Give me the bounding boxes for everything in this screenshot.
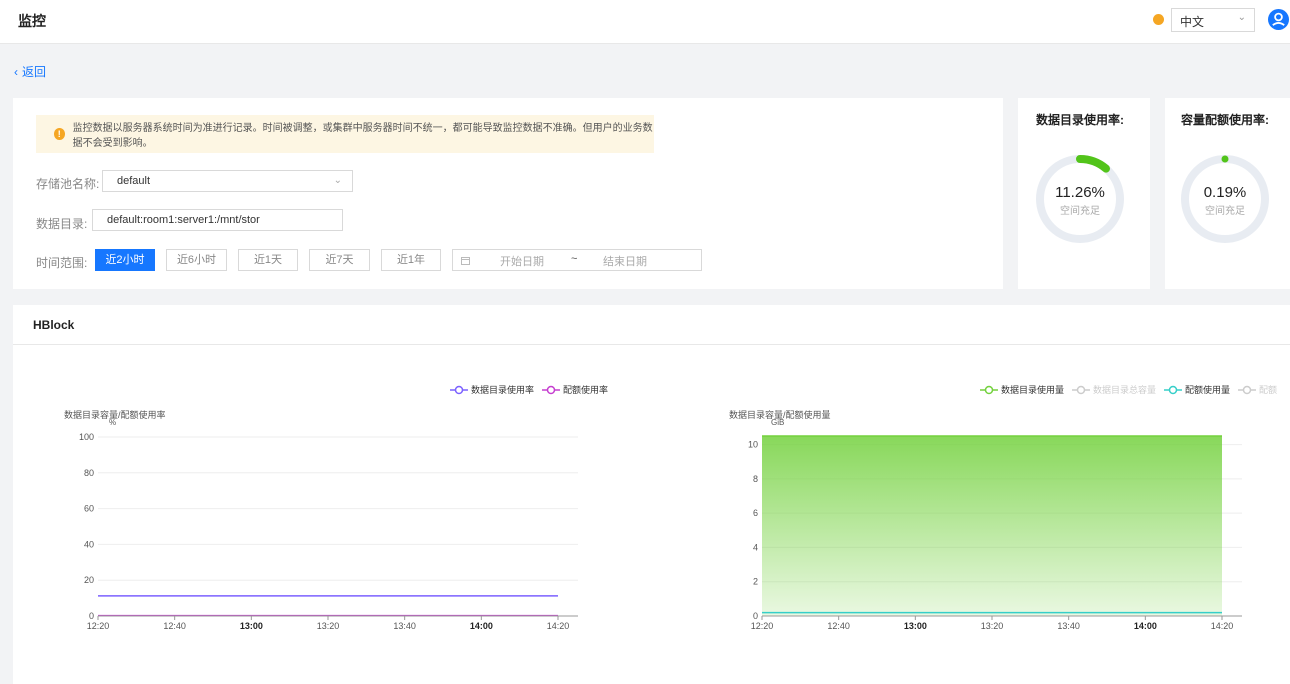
- dir-field[interactable]: default:room1:server1:/mnt/stor: [92, 209, 343, 231]
- legend-marker-icon: [1072, 385, 1091, 394]
- dir-field-value: default:room1:server1:/mnt/stor: [107, 214, 260, 226]
- y-tick-label: 100: [79, 432, 94, 442]
- time-btn-1d[interactable]: 近1天: [238, 249, 298, 271]
- calendar-icon: [461, 257, 470, 265]
- chevron-left-icon: ‹: [14, 65, 18, 79]
- dir-label: 数据目录:: [36, 217, 88, 231]
- data-dir-usage-title: 数据目录使用率:: [1036, 113, 1124, 127]
- legend-label: 数据目录总容量: [1093, 385, 1157, 395]
- x-tick-label: 14:00: [1134, 621, 1157, 631]
- y-tick-label: 20: [84, 575, 94, 585]
- y-tick-label: 6: [753, 508, 758, 518]
- legend-item[interactable]: 配额使用率: [542, 383, 608, 396]
- legend-item[interactable]: 配额使用量: [1164, 383, 1230, 396]
- x-tick-label: 14:00: [470, 621, 493, 631]
- x-tick-label: 14:20: [547, 621, 570, 631]
- series-area: [762, 436, 1222, 616]
- x-tick-label: 13:20: [317, 621, 340, 631]
- y-tick-label: 60: [84, 504, 94, 514]
- back-link[interactable]: ‹ 返回: [14, 63, 46, 80]
- time-btn-6h[interactable]: 近6小时: [166, 249, 227, 271]
- x-tick-label: 12:40: [163, 621, 186, 631]
- notice-text: 监控数据以服务器系统时间为准进行记录。时间被调整，或集群中服务器时间不统一，都可…: [72, 123, 653, 149]
- quota-usage-status: 空间充足: [1205, 206, 1245, 217]
- legend-label: 数据目录使用率: [471, 385, 535, 395]
- pool-select-value: default: [117, 175, 151, 187]
- time-btn-7d[interactable]: 近7天: [309, 249, 370, 271]
- date-range-picker[interactable]: 开始日期 ~ 结束日期: [452, 249, 702, 271]
- quota-usage-card: 容量配额使用率: 0.19% 空间充足: [1165, 98, 1290, 289]
- legend-item[interactable]: 数据目录总容量: [1072, 383, 1156, 396]
- page-title: 监控: [18, 13, 46, 29]
- legend-label: 数据目录使用量: [1001, 385, 1065, 395]
- legend-marker-icon: [980, 385, 998, 394]
- chart2-legend: 数据目录使用量 数据目录总容量 配额使用量 配额: [980, 383, 1285, 396]
- pool-select[interactable]: default ⌄: [102, 170, 353, 192]
- data-dir-usage-status: 空间充足: [1060, 206, 1100, 217]
- x-tick-label: 12:40: [827, 621, 850, 631]
- warning-status-icon[interactable]: [1153, 14, 1164, 25]
- chart1-plot: 0 20 40 60 80 100 12:20 12:40 13:00 13:20 13:40 14:…: [79, 432, 578, 631]
- chart1-legend: 数据目录使用率 配额使用率: [450, 383, 616, 396]
- legend-marker-icon: [542, 385, 561, 394]
- y-tick-label: 0: [753, 611, 758, 621]
- legend-item[interactable]: 数据目录使用率: [450, 383, 534, 396]
- gauge-fill: [1076, 155, 1110, 173]
- legend-marker-icon: [450, 385, 468, 394]
- start-date-input[interactable]: 开始日期: [500, 253, 544, 269]
- x-tick-label: 13:00: [904, 621, 927, 631]
- y-tick-label: 2: [753, 577, 758, 587]
- notice-banner: ! 监控数据以服务器系统时间为准进行记录。时间被调整，或集群中服务器时间不统一，…: [36, 115, 654, 153]
- pool-label: 存储池名称:: [36, 177, 100, 191]
- legend-marker-icon: [1238, 385, 1257, 394]
- x-tick-label: 12:20: [87, 621, 110, 631]
- legend-item[interactable]: 数据目录使用量: [980, 383, 1064, 396]
- x-tick-label: 13:40: [1057, 621, 1080, 631]
- chart1-yunit: %: [109, 418, 117, 427]
- user-avatar-icon[interactable]: [1268, 9, 1289, 30]
- range-separator: ~: [571, 253, 578, 265]
- legend-marker-icon: [1164, 385, 1183, 394]
- legend-label: 配额使用量: [1185, 385, 1231, 395]
- y-tick-label: 8: [753, 474, 758, 484]
- back-label: 返回: [22, 65, 47, 79]
- data-dir-usage-card: 数据目录使用率: 11.26% 空间充足: [1018, 98, 1150, 289]
- y-tick-label: 0: [89, 611, 94, 621]
- x-tick-label: 12:20: [751, 621, 774, 631]
- y-tick-label: 10: [748, 440, 758, 450]
- section-title: HBlock: [33, 318, 75, 332]
- gauge-fill: [1221, 155, 1229, 163]
- end-date-input[interactable]: 结束日期: [603, 253, 647, 269]
- data-dir-usage-value: 11.26%: [1055, 184, 1105, 201]
- top-bar: 监控 中文 ⌄: [0, 0, 1290, 44]
- warning-icon: !: [54, 128, 65, 140]
- data-dir-usage-gauge: 11.26% 空间充足: [1034, 153, 1126, 245]
- time-range-label: 时间范围:: [36, 256, 88, 270]
- x-tick-label: 14:20: [1211, 621, 1234, 631]
- section-divider: [13, 344, 1290, 345]
- y-tick-label: 40: [84, 539, 94, 549]
- time-btn-1y[interactable]: 近1年: [381, 249, 441, 271]
- quota-usage-gauge: 0.19% 空间充足: [1179, 153, 1271, 245]
- chart2-plot: 0 2 4 6 8 10 12:20 12:40 13:00 13:20 13:40 14:00 14:…: [748, 435, 1242, 631]
- chevron-down-icon: ⌄: [333, 175, 342, 186]
- x-tick-label: 13:20: [981, 621, 1004, 631]
- chevron-down-icon: ⌄: [1237, 12, 1246, 23]
- y-tick-label: 80: [84, 468, 94, 478]
- language-select[interactable]: 中文 ⌄: [1171, 8, 1255, 32]
- legend-item[interactable]: 配额: [1238, 383, 1277, 396]
- language-select-value: 中文: [1180, 15, 1205, 29]
- quota-usage-title: 容量配额使用率:: [1181, 113, 1269, 127]
- time-btn-2h[interactable]: 近2小时: [95, 249, 155, 271]
- x-tick-label: 13:00: [240, 621, 263, 631]
- chart2-yunit: GiB: [771, 418, 785, 427]
- quota-usage-value: 0.19%: [1203, 184, 1247, 201]
- y-tick-label: 4: [753, 542, 758, 552]
- legend-label: 配额使用率: [563, 385, 609, 395]
- x-tick-label: 13:40: [393, 621, 416, 631]
- legend-label: 配额: [1259, 385, 1278, 395]
